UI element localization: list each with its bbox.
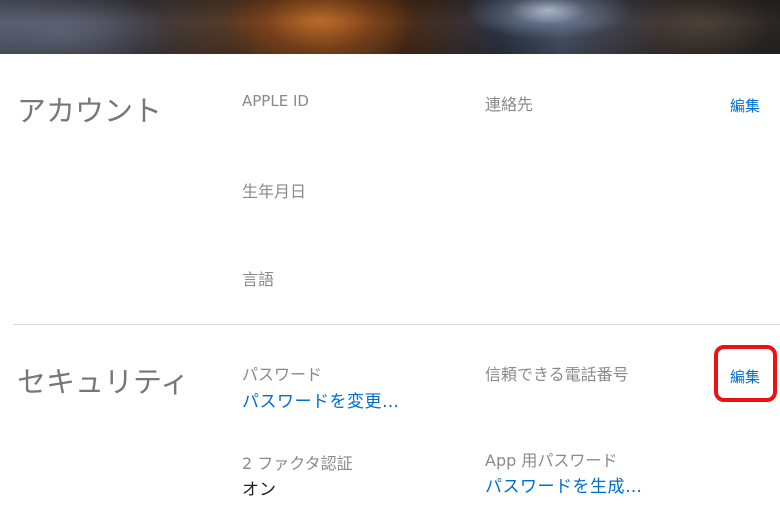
trusted-phone-label: 信頼できる電話番号	[485, 365, 629, 384]
generate-password-link[interactable]: パスワードを生成…	[485, 472, 643, 497]
account-edit-link[interactable]: 編集	[730, 95, 760, 116]
apple-id-label: APPLE ID	[242, 92, 309, 110]
header-banner-image	[0, 0, 780, 54]
banner-shade	[0, 0, 780, 54]
change-password-link[interactable]: パスワードを変更…	[242, 387, 400, 412]
edit-highlight-annotation	[714, 345, 777, 402]
app-password-label: App 用パスワード	[485, 451, 618, 470]
contact-label: 連絡先	[485, 95, 534, 114]
section-divider	[14, 324, 780, 325]
two-factor-value: オン	[242, 480, 276, 500]
two-factor-label: 2 ファクタ認証	[242, 454, 353, 473]
password-label: パスワード	[242, 365, 323, 384]
language-label: 言語	[242, 270, 275, 289]
security-section-title: セキュリティ	[17, 365, 190, 399]
account-section-title: アカウント	[17, 94, 163, 128]
birthday-label: 生年月日	[242, 182, 307, 201]
